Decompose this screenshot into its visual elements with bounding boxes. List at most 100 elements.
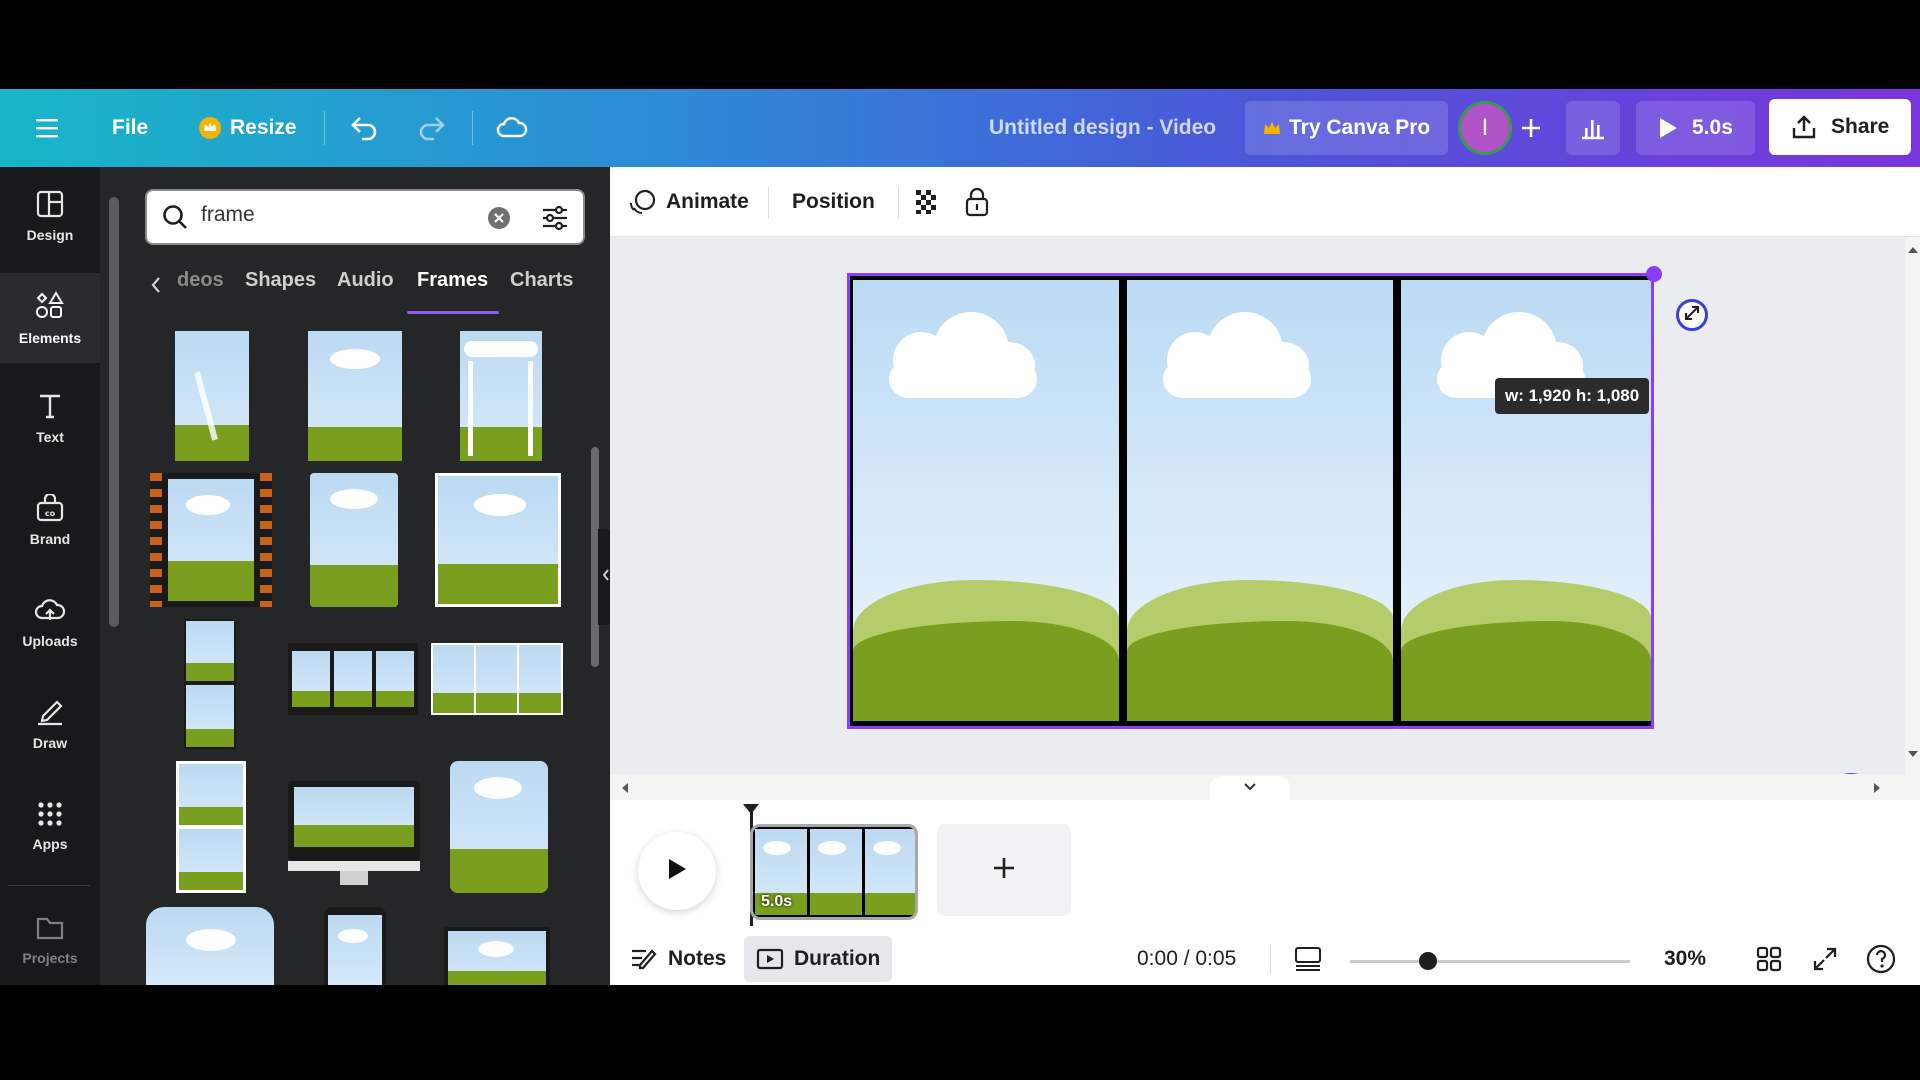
share-button[interactable]: Share bbox=[1769, 99, 1912, 155]
rail-item-apps[interactable]: Apps bbox=[0, 781, 100, 871]
help-button[interactable] bbox=[1866, 936, 1896, 982]
active-tab-indicator bbox=[407, 311, 499, 314]
plus-icon bbox=[991, 855, 1017, 886]
crown-icon bbox=[198, 116, 222, 140]
frame-thumbnail[interactable] bbox=[444, 927, 550, 985]
resize-button[interactable]: Resize bbox=[198, 89, 297, 167]
rail-item-text[interactable]: Text bbox=[0, 373, 100, 463]
frame-thumbnail-film[interactable] bbox=[150, 473, 272, 607]
rail-item-brand[interactable]: co Brand bbox=[0, 475, 100, 565]
tab-charts[interactable]: Charts bbox=[510, 269, 573, 292]
share-icon bbox=[1791, 114, 1817, 140]
file-menu[interactable]: File bbox=[112, 89, 148, 167]
rail-label: Brand bbox=[29, 530, 71, 547]
time-display: 0:00 / 0:05 bbox=[1137, 936, 1236, 982]
rail-label: Elements bbox=[18, 329, 82, 346]
present-button[interactable]: 5.0s bbox=[1636, 101, 1755, 155]
duration-button[interactable]: Duration bbox=[744, 936, 893, 982]
frame-panel[interactable] bbox=[1401, 280, 1651, 721]
frame-thumbnail-phone[interactable] bbox=[324, 907, 386, 985]
avatar-letter: I bbox=[1458, 101, 1512, 155]
grid-view-button[interactable] bbox=[1756, 936, 1782, 982]
brand-icon: co bbox=[35, 492, 65, 531]
frame-thumbnail-monitor[interactable] bbox=[288, 781, 420, 889]
notes-button[interactable]: Notes bbox=[630, 936, 726, 982]
clear-search-icon[interactable] bbox=[487, 206, 511, 230]
apps-grid-icon bbox=[37, 801, 63, 836]
resize-handle[interactable] bbox=[1646, 266, 1662, 282]
frame-thumbnail[interactable] bbox=[460, 331, 542, 461]
design-page[interactable] bbox=[847, 273, 1654, 729]
add-collaborator-button[interactable] bbox=[1520, 89, 1542, 167]
cloud-upload-icon bbox=[34, 596, 66, 633]
frame-thumbnail[interactable] bbox=[146, 907, 274, 985]
play-button[interactable] bbox=[638, 832, 716, 910]
animate-label: Animate bbox=[666, 190, 749, 213]
chevron-left-icon[interactable] bbox=[149, 275, 163, 295]
rail-item-elements[interactable]: Elements bbox=[0, 273, 100, 363]
redo-button[interactable] bbox=[416, 89, 446, 167]
try-pro-button[interactable]: Try Canva Pro bbox=[1245, 101, 1449, 155]
frame-thumbnail[interactable] bbox=[310, 473, 398, 607]
frame-thumbnail-stack[interactable] bbox=[176, 761, 246, 893]
tab-frames[interactable]: Frames bbox=[417, 269, 488, 292]
zoom-slider[interactable] bbox=[1350, 952, 1630, 970]
frame-panel[interactable] bbox=[853, 280, 1119, 721]
frame-thumbnail-triptych[interactable] bbox=[431, 643, 563, 715]
animate-button[interactable]: Animate bbox=[628, 167, 749, 237]
lock-button[interactable] bbox=[964, 167, 990, 237]
timeline-clip[interactable]: 5.0s bbox=[750, 824, 918, 920]
rail-item-uploads[interactable]: Uploads bbox=[0, 577, 100, 667]
menu-button[interactable] bbox=[36, 89, 62, 167]
rail-item-projects[interactable]: Projects bbox=[0, 895, 100, 985]
duration-label: Duration bbox=[794, 947, 881, 970]
timeline-toggle[interactable] bbox=[1210, 776, 1290, 800]
frame-thumbnail[interactable] bbox=[435, 473, 561, 607]
frame-thumbnail[interactable] bbox=[450, 761, 548, 893]
transparency-button[interactable] bbox=[914, 167, 942, 237]
search-input[interactable] bbox=[201, 203, 481, 227]
rail-item-draw[interactable]: Draw bbox=[0, 679, 100, 769]
design-title[interactable]: Untitled design - Video bbox=[989, 89, 1216, 167]
canvas-vertical-scrollbar[interactable] bbox=[1905, 237, 1920, 774]
rotate-icon bbox=[1683, 304, 1701, 327]
animate-icon bbox=[628, 188, 658, 216]
zoom-slider-thumb[interactable] bbox=[1419, 952, 1438, 970]
frame-panel[interactable] bbox=[1127, 280, 1393, 721]
canvas-horizontal-scrollbar[interactable] bbox=[610, 774, 1920, 800]
play-icon bbox=[666, 857, 688, 886]
notes-icon bbox=[630, 946, 658, 972]
fullscreen-button[interactable] bbox=[1812, 936, 1838, 982]
video-clip-icon bbox=[756, 947, 784, 971]
panel-scrollbar[interactable] bbox=[588, 327, 602, 977]
position-button[interactable]: Position bbox=[792, 167, 875, 237]
cloud-save-button[interactable] bbox=[496, 89, 528, 167]
undo-button[interactable] bbox=[350, 89, 380, 167]
frame-thumbnail[interactable] bbox=[308, 331, 402, 461]
view-mode-button[interactable] bbox=[1294, 936, 1322, 982]
frame-thumbnail-stack[interactable] bbox=[184, 619, 236, 749]
transparency-icon bbox=[914, 188, 942, 216]
frame-thumbnail[interactable] bbox=[175, 331, 249, 461]
canvas-area: w: 1,920 h: 1,080 bbox=[610, 237, 1905, 835]
rotate-handle[interactable] bbox=[1676, 299, 1708, 331]
frame-thumbnail-triptych[interactable] bbox=[288, 643, 418, 715]
playhead-marker-icon[interactable] bbox=[742, 802, 760, 814]
add-page-button[interactable] bbox=[937, 824, 1071, 916]
rail-label: Draw bbox=[32, 734, 68, 751]
insights-button[interactable] bbox=[1566, 101, 1620, 155]
file-label: File bbox=[112, 116, 149, 139]
rail-item-design[interactable]: Design bbox=[0, 171, 100, 261]
panel-scrollbar-left[interactable] bbox=[108, 167, 120, 985]
try-pro-label: Try Canva Pro bbox=[1289, 116, 1431, 139]
tab-audio[interactable]: Audio bbox=[337, 269, 394, 292]
svg-text:co: co bbox=[45, 509, 56, 518]
shapes-icon bbox=[34, 290, 66, 330]
tab-shapes[interactable]: Shapes bbox=[245, 269, 316, 292]
zoom-level-text: 30% bbox=[1664, 947, 1707, 970]
zoom-level[interactable]: 30% bbox=[1664, 936, 1706, 982]
avatar[interactable]: I bbox=[1458, 89, 1512, 167]
tab-videos[interactable]: deos bbox=[177, 269, 224, 292]
size-tooltip-text: w: 1,920 h: 1,080 bbox=[1505, 386, 1640, 405]
filter-icon[interactable] bbox=[541, 205, 569, 231]
